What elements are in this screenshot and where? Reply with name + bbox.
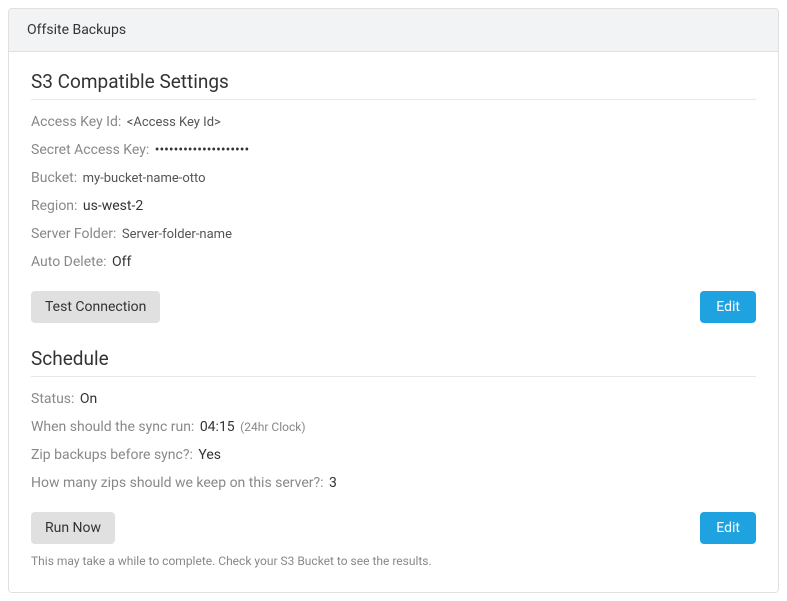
- region-label: Region:: [31, 198, 77, 214]
- auto-delete-label: Auto Delete:: [31, 254, 107, 270]
- auto-delete-row: Auto Delete: Off: [31, 252, 756, 273]
- secret-key-row: Secret Access Key: ••••••••••••••••••••: [31, 140, 756, 161]
- access-key-row: Access Key Id: <Access Key Id>: [31, 112, 756, 133]
- s3-button-row: Test Connection Edit: [31, 291, 756, 323]
- schedule-edit-button[interactable]: Edit: [700, 512, 756, 544]
- status-row: Status: On: [31, 389, 756, 410]
- zip-value: Yes: [198, 447, 221, 463]
- offsite-backups-panel: Offsite Backups S3 Compatible Settings A…: [8, 8, 779, 593]
- zip-label: Zip backups before sync?:: [31, 447, 193, 463]
- bucket-label: Bucket:: [31, 170, 77, 186]
- keep-label: How many zips should we keep on this ser…: [31, 475, 324, 491]
- run-now-button[interactable]: Run Now: [31, 512, 115, 544]
- sync-time-label: When should the sync run:: [31, 419, 194, 435]
- sync-time-row: When should the sync run: 04:15 (24hr Cl…: [31, 417, 756, 438]
- access-key-value: <Access Key Id>: [127, 115, 221, 130]
- region-row: Region: us-west-2: [31, 196, 756, 217]
- panel-body: S3 Compatible Settings Access Key Id: <A…: [9, 52, 778, 592]
- status-label: Status:: [31, 391, 74, 407]
- bucket-value: my-bucket-name-otto: [83, 171, 206, 186]
- test-connection-button[interactable]: Test Connection: [31, 291, 160, 323]
- secret-key-label: Secret Access Key:: [31, 142, 149, 158]
- server-folder-value: Server-folder-name: [122, 227, 232, 242]
- auto-delete-value: Off: [112, 254, 131, 270]
- panel-title: Offsite Backups: [9, 9, 778, 52]
- schedule-heading: Schedule: [31, 347, 756, 377]
- keep-value: 3: [329, 475, 337, 491]
- sync-time-value: 04:15: [200, 419, 235, 435]
- keep-row: How many zips should we keep on this ser…: [31, 473, 756, 494]
- bucket-row: Bucket: my-bucket-name-otto: [31, 168, 756, 189]
- zip-row: Zip backups before sync?: Yes: [31, 445, 756, 466]
- s3-edit-button[interactable]: Edit: [700, 291, 756, 323]
- access-key-label: Access Key Id:: [31, 114, 121, 130]
- status-value: On: [80, 391, 97, 407]
- sync-time-note: (24hr Clock): [240, 420, 305, 434]
- server-folder-row: Server Folder: Server-folder-name: [31, 224, 756, 245]
- s3-settings-heading: S3 Compatible Settings: [31, 70, 756, 100]
- secret-key-value: ••••••••••••••••••••: [155, 142, 249, 158]
- schedule-button-row: Run Now Edit: [31, 512, 756, 544]
- server-folder-label: Server Folder:: [31, 226, 116, 242]
- region-value: us-west-2: [83, 198, 143, 214]
